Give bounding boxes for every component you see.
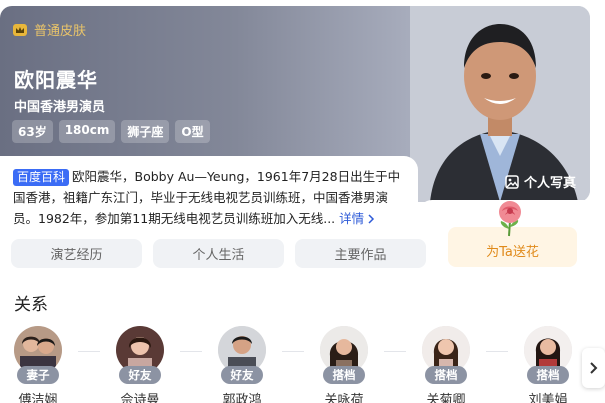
tag-blood-type: O型: [175, 120, 210, 143]
bio-more-link[interactable]: 详情: [339, 211, 375, 226]
connector-line: [384, 351, 406, 352]
relations-list: 妻子 傅洁娴 好友 佘诗曼 好友 郭政鸿 搭档 关咏荷 搭档 关菊卿 搭档 刘美…: [0, 326, 590, 403]
skin-label: 普通皮肤: [34, 24, 87, 39]
bio-more-label: 详情: [339, 211, 365, 226]
personal-photos-button[interactable]: 个人写真: [505, 172, 576, 191]
relation-item[interactable]: 妻子 傅洁娴: [0, 326, 76, 403]
connector-line: [78, 351, 100, 352]
connector-line: [180, 351, 202, 352]
relations-title: 关系: [14, 295, 48, 315]
relation-badge: 好友: [119, 366, 161, 384]
baike-badge[interactable]: 百度百科: [13, 169, 70, 186]
relation-name: 刘美娟: [528, 393, 568, 403]
bio-text-block: 百度百科 欧阳震华，Bobby Au—Yeung，1961年7月28日出生于中国香…: [13, 166, 404, 229]
person-subtitle: 中国香港男演员: [14, 100, 106, 115]
relation-badge: 妻子: [17, 366, 59, 384]
photo-icon: [505, 174, 519, 189]
connector-line: [486, 351, 508, 352]
relations-next-button[interactable]: [582, 348, 605, 388]
skin-tag[interactable]: 普通皮肤: [12, 20, 86, 39]
relation-item[interactable]: 搭档 刘美娟: [510, 326, 586, 403]
tab-major-works[interactable]: 主要作品: [295, 239, 426, 268]
relation-badge: 搭档: [425, 366, 467, 384]
person-name: 欧阳震华: [14, 68, 98, 92]
relation-badge: 好友: [221, 366, 263, 384]
tag-zodiac: 狮子座: [121, 120, 170, 143]
skin-crown-icon: [13, 23, 27, 36]
relation-name: 傅洁娴: [18, 393, 58, 403]
personal-photos-label: 个人写真: [523, 176, 576, 191]
relation-badge: 搭档: [527, 366, 569, 384]
relation-item[interactable]: 搭档 关咏荷: [306, 326, 382, 403]
relation-name: 关菊卿: [426, 393, 466, 403]
next-arrow-icon: [590, 362, 598, 374]
tab-personal-life[interactable]: 个人生活: [153, 239, 284, 268]
relation-name: 郭政鸿: [222, 393, 262, 403]
relation-item[interactable]: 好友 佘诗曼: [102, 326, 178, 403]
section-tabs: 演艺经历 个人生活 主要作品: [11, 239, 426, 268]
connector-line: [282, 351, 304, 352]
person-card: 普通皮肤 欧阳震华 中国香港男演员 63岁 180cm 狮子座 O型 个人写真 …: [0, 0, 590, 403]
bio-panel: 百度百科 欧阳震华，Bobby Au—Yeung，1961年7月28日出生于中国香…: [0, 156, 418, 236]
tag-age: 63岁: [12, 120, 53, 143]
tag-height: 180cm: [58, 120, 116, 143]
relation-badge: 搭档: [323, 366, 365, 384]
relation-name: 佘诗曼: [120, 393, 160, 403]
relation-name: 关咏荷: [324, 393, 364, 403]
chevron-right-icon: [368, 214, 375, 224]
relation-item[interactable]: 好友 郭政鸿: [204, 326, 280, 403]
attribute-tags: 63岁 180cm 狮子座 O型: [12, 120, 210, 143]
tab-career[interactable]: 演艺经历: [11, 239, 142, 268]
rose-icon: [499, 201, 521, 237]
send-flower-label: 为Ta送花: [486, 244, 539, 260]
relation-item[interactable]: 搭档 关菊卿: [408, 326, 484, 403]
